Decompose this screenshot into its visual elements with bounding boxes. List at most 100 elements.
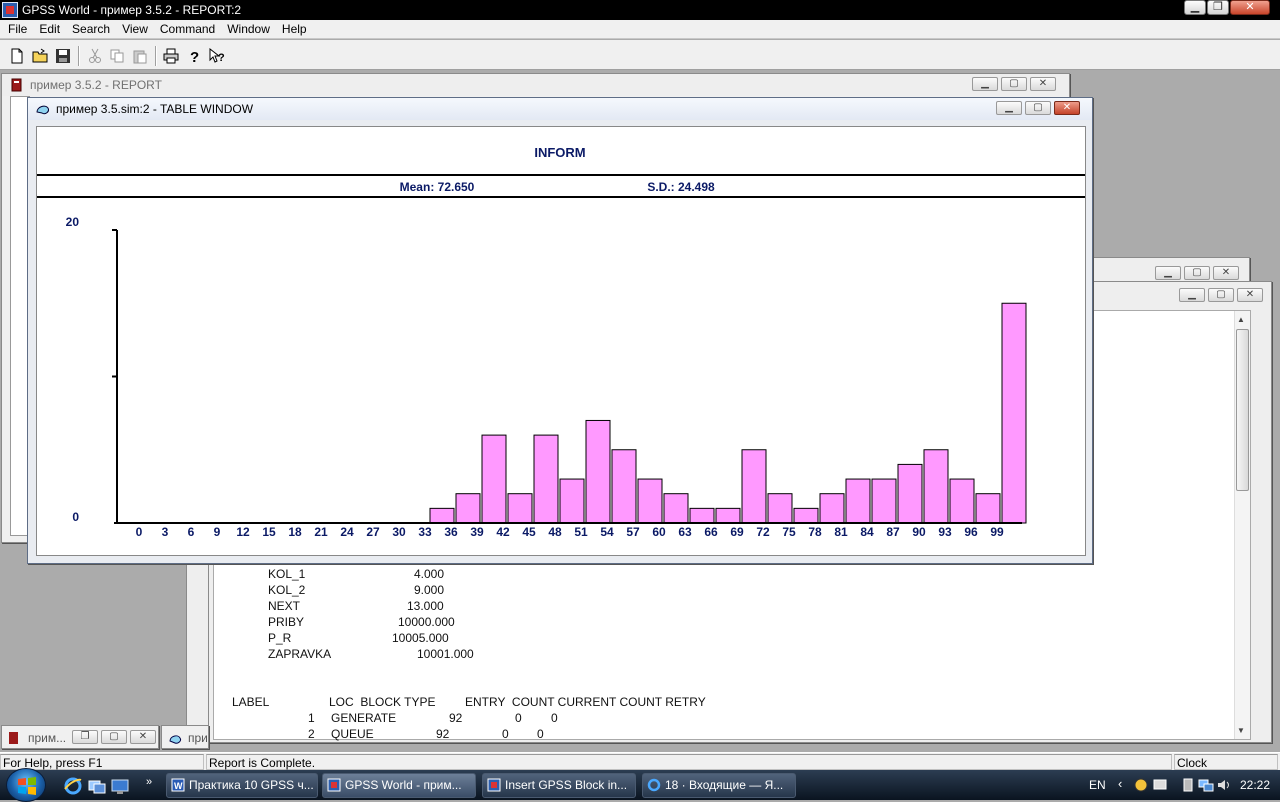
x-tick-label: 72	[756, 525, 770, 539]
taskbar-item[interactable]: Insert GPSS Block in...	[482, 773, 636, 798]
scroll-up-arrow-icon[interactable]: ▲	[1237, 315, 1245, 324]
x-tick-label: 69	[730, 525, 744, 539]
menu-edit[interactable]: Edit	[33, 20, 66, 38]
security-tray-icon[interactable]	[1133, 777, 1149, 793]
maximize-button[interactable]: ▢	[101, 730, 127, 744]
histogram-bar	[429, 507, 455, 524]
block-current: 0	[502, 727, 509, 741]
svg-text:?: ?	[190, 49, 199, 64]
table-window[interactable]: пример 3.5.sim:2 - TABLE WINDOW ▁ ▢ ✕ IN…	[27, 97, 1093, 564]
table-window-title-bar[interactable]: пример 3.5.sim:2 - TABLE WINDOW ▁ ▢ ✕	[28, 98, 1092, 120]
report-doc-icon	[11, 78, 22, 92]
copy-icon[interactable]	[106, 45, 128, 67]
device-tray-icon[interactable]	[1152, 777, 1168, 793]
usb-tray-icon[interactable]	[1180, 777, 1196, 793]
histogram-bar	[611, 449, 637, 524]
context-help-icon[interactable]: ?	[206, 45, 228, 67]
report-window-title-bar[interactable]: пример 3.5.2 - REPORT ▁ ▢ ✕	[2, 74, 1069, 96]
close-button[interactable]: ✕	[1213, 266, 1239, 280]
close-button[interactable]: ✕	[130, 730, 156, 744]
cut-icon[interactable]	[84, 45, 106, 67]
minimize-button[interactable]: ▁	[996, 101, 1022, 115]
language-indicator[interactable]: EN	[1089, 778, 1106, 792]
help-icon[interactable]: ?	[183, 45, 205, 67]
var-name: KOL_2	[268, 583, 306, 597]
paste-icon[interactable]	[129, 45, 151, 67]
menu-file[interactable]: File	[2, 20, 33, 38]
table-window-title: пример 3.5.sim:2 - TABLE WINDOW	[56, 102, 254, 116]
print-icon[interactable]	[160, 45, 182, 67]
maximize-button[interactable]: ▢	[1208, 288, 1234, 302]
close-button[interactable]: ✕	[1230, 0, 1270, 15]
taskbar-item[interactable]: W Практика 10 GPSS ч...	[166, 773, 318, 798]
minimized-window[interactable]: прим... ❐ ▢ ✕	[1, 725, 159, 749]
block-header-loc-type: LOC BLOCK TYPE	[329, 695, 436, 709]
menu-help[interactable]: Help	[276, 20, 313, 38]
show-desktop-icon[interactable]	[111, 777, 129, 795]
maximize-button[interactable]: ▢	[1025, 101, 1051, 115]
word-doc-icon: W	[171, 778, 185, 792]
x-tick-label: 45	[522, 525, 536, 539]
app-title-bar[interactable]: GPSS World - пример 3.5.2 - REPORT:2 ▁ ❐…	[0, 0, 1280, 20]
close-button[interactable]: ✕	[1237, 288, 1263, 302]
menu-search[interactable]: Search	[66, 20, 116, 38]
x-tick-label: 57	[626, 525, 640, 539]
minimized-window[interactable]: при	[161, 725, 209, 749]
block-loc: 1	[308, 711, 315, 725]
start-button[interactable]	[6, 768, 46, 802]
volume-tray-icon[interactable]	[1216, 777, 1232, 793]
x-tick-label: 51	[574, 525, 588, 539]
maximize-button[interactable]: ▢	[1184, 266, 1210, 280]
menu-command[interactable]: Command	[154, 20, 221, 38]
histogram-bar	[559, 478, 585, 524]
gpss-app-icon[interactable]	[2, 2, 18, 18]
x-tick-label: 63	[678, 525, 692, 539]
maximize-button[interactable]: ▢	[1001, 77, 1027, 91]
close-button[interactable]: ✕	[1030, 77, 1056, 91]
restore-button[interactable]: ❐	[1207, 0, 1229, 15]
restore-button[interactable]: ❐	[72, 730, 98, 744]
var-value: 9.000	[414, 583, 445, 597]
taskbar-item-label: Insert GPSS Block in...	[505, 778, 628, 792]
x-tick-label: 3	[162, 525, 169, 539]
save-icon[interactable]	[52, 45, 74, 67]
minimize-button[interactable]: ▁	[1155, 266, 1181, 280]
taskbar-item[interactable]: GPSS World - прим...	[322, 773, 476, 798]
minimize-button[interactable]: ▁	[1184, 0, 1206, 15]
block-type: QUEUE	[331, 727, 374, 741]
x-tick-label: 54	[600, 525, 614, 539]
vertical-scrollbar[interactable]: ▲ ▼	[1234, 311, 1250, 739]
scrollbar-thumb[interactable]	[1236, 329, 1249, 491]
var-value: 10005.000	[392, 631, 449, 645]
report-content-controls: ▁ ▢ ✕	[1179, 288, 1263, 302]
taskbar-item-label: Практика 10 GPSS ч...	[189, 778, 314, 792]
scroll-down-arrow-icon[interactable]: ▼	[1237, 726, 1245, 735]
quick-launch-more-icon[interactable]: »	[146, 776, 152, 788]
var-name: KOL_1	[268, 567, 306, 581]
menu-view[interactable]: View	[116, 20, 154, 38]
histogram-bar	[455, 493, 481, 524]
block-header-label: LABEL	[232, 695, 270, 709]
open-folder-icon[interactable]	[29, 45, 51, 67]
switch-windows-icon[interactable]	[88, 777, 106, 795]
mean-label: Mean: 72.650	[400, 180, 475, 194]
new-file-icon[interactable]	[6, 45, 28, 67]
chart-title: INFORM	[534, 145, 585, 160]
close-button[interactable]: ✕	[1054, 101, 1080, 115]
minimized-window-label: при	[188, 731, 208, 745]
minimize-button[interactable]: ▁	[1179, 288, 1205, 302]
toolbar-separator	[155, 46, 157, 66]
report-window-controls: ▁ ▢ ✕	[972, 77, 1056, 91]
menu-window[interactable]: Window	[221, 20, 276, 38]
histogram-area[interactable]: INFORM Mean: 72.650 S.D.: 24.498 20 0 0 3 6 9…	[36, 126, 1086, 556]
tray-expand-icon[interactable]: ‹	[1118, 776, 1122, 791]
internet-explorer-icon[interactable]	[64, 777, 82, 795]
taskbar-item[interactable]: 18 · Входящие — Я...	[642, 773, 796, 798]
browser-icon	[647, 778, 661, 792]
report-window-title: пример 3.5.2 - REPORT	[30, 78, 162, 92]
status-bar: For Help, press F1 Report is Complete. C…	[0, 752, 1280, 770]
network-tray-icon[interactable]	[1198, 777, 1214, 793]
x-tick-label: 12	[236, 525, 250, 539]
var-value: 10000.000	[398, 615, 455, 629]
minimize-button[interactable]: ▁	[972, 77, 998, 91]
